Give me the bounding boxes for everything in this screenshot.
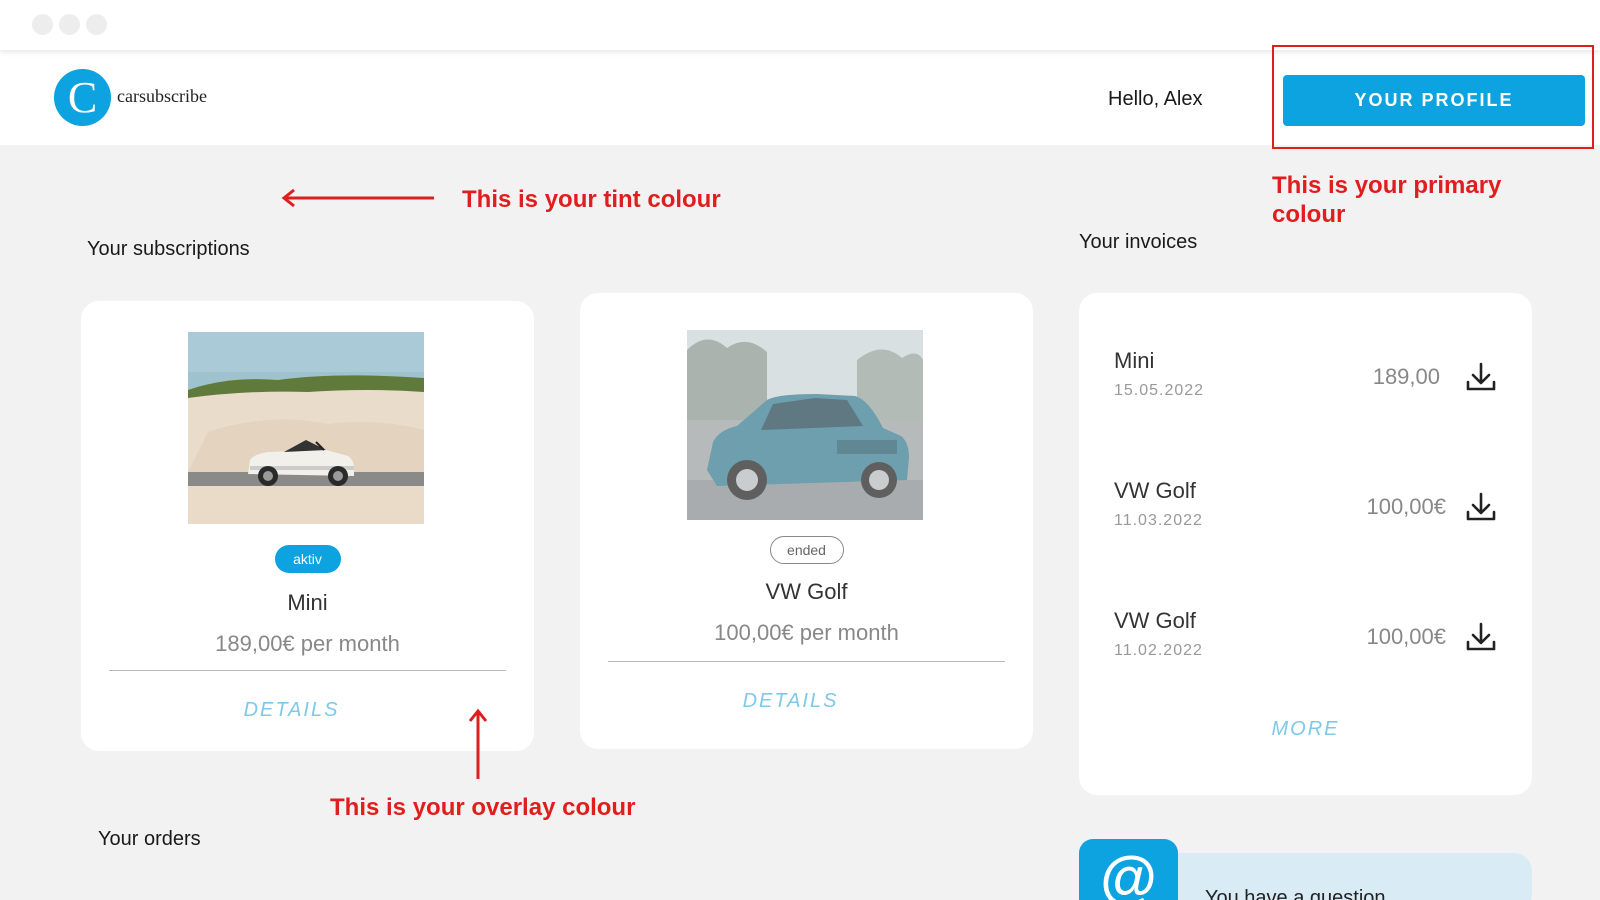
subscription-price: 189,00€ per month: [215, 631, 400, 656]
invoice-amount: 100,00€: [1366, 494, 1446, 519]
invoice-row[interactable]: VW Golf 11.03.2022 100,00€: [1079, 478, 1532, 548]
subscription-card-mini[interactable]: aktiv Mini 189,00€ per month DETAILS: [81, 301, 534, 751]
status-badge: ended: [769, 536, 844, 564]
subscription-card-vw-golf[interactable]: ended VW Golf 100,00€ per month DETAILS: [580, 293, 1033, 749]
window-maximize-dot[interactable]: [86, 14, 107, 35]
invoices-card: Mini 15.05.2022 189,00 VW Golf 11.03.202…: [1079, 293, 1532, 795]
subscription-name: VW Golf: [765, 579, 848, 604]
subscription-price: 100,00€ per month: [714, 620, 899, 645]
primary-colour-annotation: This is your primary colour: [1272, 172, 1502, 228]
subscriptions-heading: Your subscriptions: [87, 238, 250, 260]
tint-colour-annotation: This is your tint colour: [462, 186, 721, 213]
car-image-vw-golf: [687, 330, 923, 520]
more-invoices-link[interactable]: MORE: [1079, 718, 1532, 741]
card-divider: [608, 661, 1005, 662]
primary-colour-highlight-box: [1272, 45, 1594, 149]
details-link[interactable]: DETAILS: [65, 699, 518, 722]
download-icon[interactable]: [1464, 620, 1498, 654]
window-minimize-dot[interactable]: [59, 14, 80, 35]
contact-question-text: You have a question: [1205, 887, 1386, 900]
subscription-name: Mini: [287, 590, 328, 615]
orders-heading: Your orders: [98, 828, 201, 850]
invoice-date: 11.02.2022: [1114, 642, 1203, 659]
invoice-name: Mini: [1114, 348, 1155, 373]
logo-icon[interactable]: C: [54, 69, 111, 126]
invoices-heading: Your invoices: [1079, 231, 1198, 253]
card-divider: [109, 670, 506, 671]
details-link[interactable]: DETAILS: [564, 690, 1017, 713]
invoice-date: 11.03.2022: [1114, 512, 1203, 529]
logo-text[interactable]: carsubscribe: [117, 86, 207, 107]
window-close-dot[interactable]: [32, 14, 53, 35]
overlay-arrow-icon: [468, 708, 488, 779]
invoice-row[interactable]: VW Golf 11.02.2022 100,00€: [1079, 608, 1532, 678]
invoice-amount: 189,00: [1372, 364, 1440, 389]
invoice-date: 15.05.2022: [1114, 382, 1205, 399]
invoice-row[interactable]: Mini 15.05.2022 189,00: [1079, 348, 1532, 418]
at-sign-icon[interactable]: @: [1079, 839, 1178, 900]
user-greeting: Hello, Alex: [1108, 88, 1203, 110]
invoice-name: VW Golf: [1114, 608, 1196, 633]
status-badge: aktiv: [274, 545, 341, 573]
download-icon[interactable]: [1464, 490, 1498, 524]
invoice-amount: 100,00€: [1366, 624, 1446, 649]
invoice-name: VW Golf: [1114, 478, 1196, 503]
car-image-mini: [188, 332, 424, 524]
overlay-colour-annotation: This is your overlay colour: [330, 794, 636, 821]
tint-arrow-icon: [281, 188, 434, 208]
download-icon[interactable]: [1464, 360, 1498, 394]
browser-chrome: [0, 0, 1600, 50]
